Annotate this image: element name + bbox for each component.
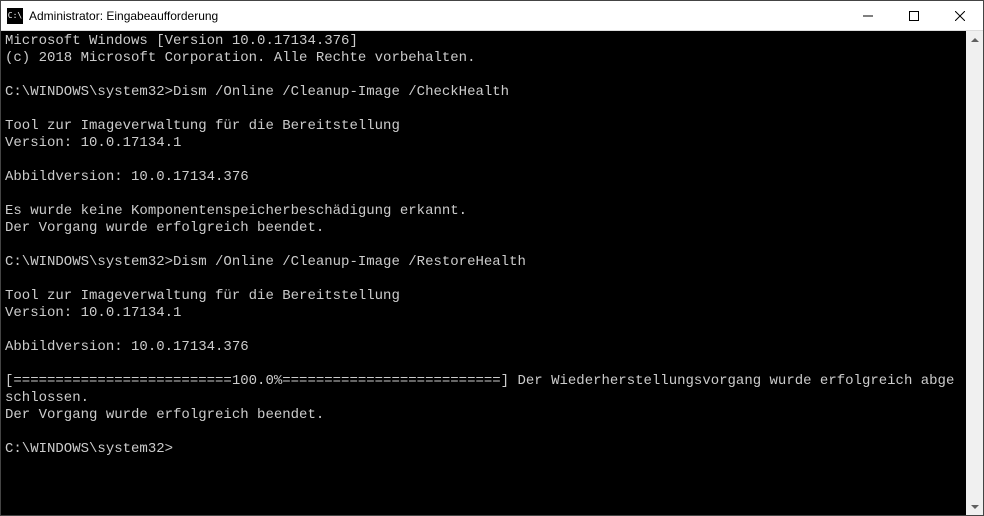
titlebar: C:\ Administrator: Eingabeaufforderung: [1, 1, 983, 31]
cmd-icon-label: C:\: [8, 11, 22, 20]
cmd-icon: C:\: [7, 8, 23, 24]
terminal-output[interactable]: Microsoft Windows [Version 10.0.17134.37…: [1, 31, 966, 515]
chevron-down-icon: [971, 505, 979, 509]
close-button[interactable]: [937, 1, 983, 30]
maximize-button[interactable]: [891, 1, 937, 30]
window-controls: [845, 1, 983, 30]
content-area: Microsoft Windows [Version 10.0.17134.37…: [1, 31, 983, 515]
minimize-button[interactable]: [845, 1, 891, 30]
maximize-icon: [909, 11, 919, 21]
scrollbar-track[interactable]: [966, 48, 983, 498]
chevron-up-icon: [971, 38, 979, 42]
scroll-up-button[interactable]: [966, 31, 983, 48]
minimize-icon: [863, 11, 873, 21]
window-title: Administrator: Eingabeaufforderung: [29, 9, 845, 23]
command-prompt-window: C:\ Administrator: Eingabeaufforderung M…: [0, 0, 984, 516]
scroll-down-button[interactable]: [966, 498, 983, 515]
scrollbar[interactable]: [966, 31, 983, 515]
close-icon: [955, 11, 965, 21]
